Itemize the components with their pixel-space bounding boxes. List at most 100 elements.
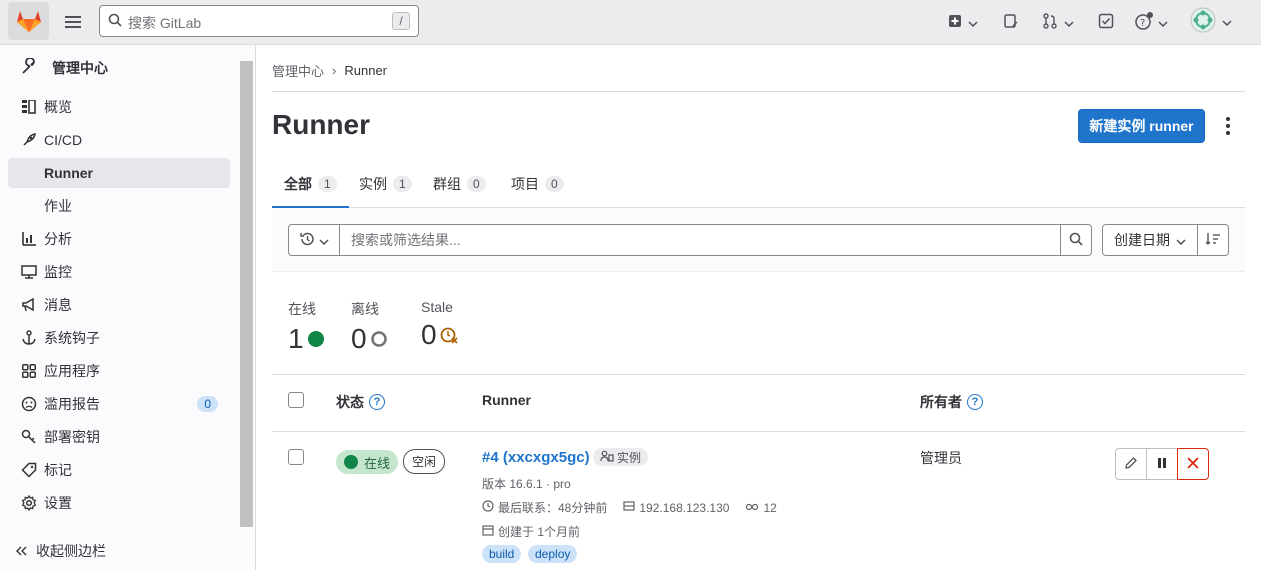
create-new-button[interactable] xyxy=(948,10,978,34)
help-button[interactable]: ? xyxy=(1134,10,1168,34)
issues-button[interactable] xyxy=(1003,10,1019,34)
status-badge-online: 在线 xyxy=(336,450,399,474)
gear-icon xyxy=(20,494,38,512)
sidebar-toggle-icon[interactable] xyxy=(63,12,83,32)
tab-instance[interactable]: 实例 1 xyxy=(359,161,412,207)
sidebar-item-settings[interactable]: 设置 xyxy=(8,488,230,518)
user-menu-button[interactable] xyxy=(1190,7,1232,36)
label-icon xyxy=(20,461,38,479)
sidebar-item-label: 消息 xyxy=(44,297,72,313)
last-contact-text: 最后联系：48分钟前 xyxy=(498,501,608,515)
merge-request-icon xyxy=(1042,12,1058,32)
sidebar-item-runner[interactable]: Runner xyxy=(8,158,230,188)
sidebar-scrollbar[interactable] xyxy=(240,61,253,527)
collapse-sidebar-button[interactable]: 收起侧边栏 xyxy=(16,541,106,561)
pipeline-icon xyxy=(745,501,759,515)
tab-count: 0 xyxy=(545,176,564,192)
table-row: 在线 空闲 #4 (xxcxgx5gc) 实例 版本 16.6.1 · pro … xyxy=(272,432,1245,572)
history-icon xyxy=(299,231,315,250)
avatar xyxy=(1190,7,1216,36)
sidebar-item-messages[interactable]: 消息 xyxy=(8,290,230,320)
stale-clock-icon xyxy=(440,319,458,351)
sidebar-item-label: 应用程序 xyxy=(44,363,100,379)
column-label: Runner xyxy=(482,392,531,408)
sidebar-item-applications[interactable]: 应用程序 xyxy=(8,356,230,386)
breadcrumb-current: Runner xyxy=(344,63,387,78)
pause-runner-button[interactable] xyxy=(1146,448,1178,480)
sidebar-item-monitoring[interactable]: 监控 xyxy=(8,257,230,287)
page-title: Runner xyxy=(272,109,370,140)
sidebar-item-system-hooks[interactable]: 系统钩子 xyxy=(8,323,230,353)
filter-search-button[interactable] xyxy=(1060,224,1092,256)
select-all-checkbox[interactable] xyxy=(288,392,304,408)
stat-stale[interactable]: Stale 0 xyxy=(421,299,458,351)
sidebar-item-analytics[interactable]: 分析 xyxy=(8,224,230,254)
delete-runner-button[interactable] xyxy=(1177,448,1209,480)
sidebar-item-abuse-reports[interactable]: 滥用报告 0 xyxy=(8,389,230,419)
stat-offline[interactable]: 离线 0 xyxy=(351,299,388,355)
status-badge-idle: 空闲 xyxy=(403,449,446,474)
tab-count: 1 xyxy=(318,175,337,192)
issues-icon xyxy=(1003,13,1019,32)
tab-group[interactable]: 群组 0 xyxy=(433,161,486,207)
runner-tag: deploy xyxy=(528,545,578,563)
runner-tag: build xyxy=(482,545,522,563)
sidebar-item-labels[interactable]: 标记 xyxy=(8,455,230,485)
double-chevron-left-icon xyxy=(16,543,28,559)
tab-project[interactable]: 项目 0 xyxy=(511,161,564,207)
pencil-icon xyxy=(1124,456,1138,473)
tab-count: 1 xyxy=(393,176,412,192)
sidebar-item-cicd[interactable]: CI/CD xyxy=(8,125,230,155)
breadcrumb: 管理中心 › Runner xyxy=(272,61,387,80)
anchor-icon xyxy=(20,329,38,347)
stat-label: 在线 xyxy=(288,301,316,317)
runner-type-badge: 实例 xyxy=(593,448,649,466)
stat-online[interactable]: 在线 1 xyxy=(288,299,325,355)
global-search[interactable]: 搜索 GitLab / xyxy=(99,5,419,37)
ip-address-text: 192.168.123.130 xyxy=(639,500,730,515)
status-text: 在线 xyxy=(364,455,391,471)
runner-name-link[interactable]: #4 (xxcxgx5gc) xyxy=(482,449,590,466)
tab-all[interactable]: 全部 1 xyxy=(272,161,349,208)
new-instance-runner-button[interactable]: 新建实例 runner xyxy=(1078,109,1205,143)
todo-checkbox-icon xyxy=(1098,13,1114,32)
todo-button[interactable] xyxy=(1098,10,1114,34)
sidebar-header-label: 管理中心 xyxy=(52,60,108,76)
frown-icon xyxy=(20,395,38,413)
search-history-button[interactable] xyxy=(288,224,340,256)
status-column-header: 状态 ? xyxy=(336,392,385,412)
merge-requests-button[interactable] xyxy=(1042,10,1074,34)
megaphone-icon xyxy=(20,296,38,314)
breadcrumb-parent[interactable]: 管理中心 xyxy=(272,61,324,80)
sidebar-item-deploy-keys[interactable]: 部署密钥 xyxy=(8,422,230,452)
more-actions-icon[interactable] xyxy=(1218,115,1238,137)
plus-square-icon xyxy=(948,14,962,31)
overview-icon xyxy=(20,98,38,116)
filter-search-input[interactable]: 搜索或筛选结果... xyxy=(339,224,1061,256)
sidebar-item-label: Runner xyxy=(44,165,93,181)
runner-type-text: 实例 xyxy=(617,450,642,465)
sidebar-item-label: CI/CD xyxy=(44,132,83,148)
column-label: 状态 xyxy=(336,394,364,410)
runner-meta-line: 最后联系：48分钟前 192.168.123.130 12 xyxy=(482,499,777,516)
sort-direction-button[interactable] xyxy=(1197,224,1229,256)
sidebar-item-label: 滥用报告 xyxy=(44,396,100,412)
divider xyxy=(272,91,1245,92)
sidebar-item-jobs[interactable]: 作业 xyxy=(8,191,230,221)
help-icon[interactable]: ? xyxy=(369,394,385,410)
tab-label: 全部 xyxy=(284,175,312,192)
owner-link[interactable]: 管理员 xyxy=(920,448,962,468)
sort-select[interactable]: 创建日期 xyxy=(1102,224,1198,256)
svg-text:?: ? xyxy=(1140,18,1145,29)
chevron-down-icon xyxy=(968,14,978,30)
help-icon[interactable]: ? xyxy=(967,394,983,410)
search-icon xyxy=(1069,232,1083,249)
chart-icon xyxy=(20,230,38,248)
edit-runner-button[interactable] xyxy=(1115,448,1147,480)
online-status-icon xyxy=(307,323,325,355)
sidebar-item-overview[interactable]: 概览 xyxy=(8,92,230,122)
grid-icon xyxy=(20,362,38,380)
stat-label: Stale xyxy=(421,299,453,315)
row-checkbox[interactable] xyxy=(288,449,304,465)
gitlab-logo-icon[interactable] xyxy=(8,2,49,40)
